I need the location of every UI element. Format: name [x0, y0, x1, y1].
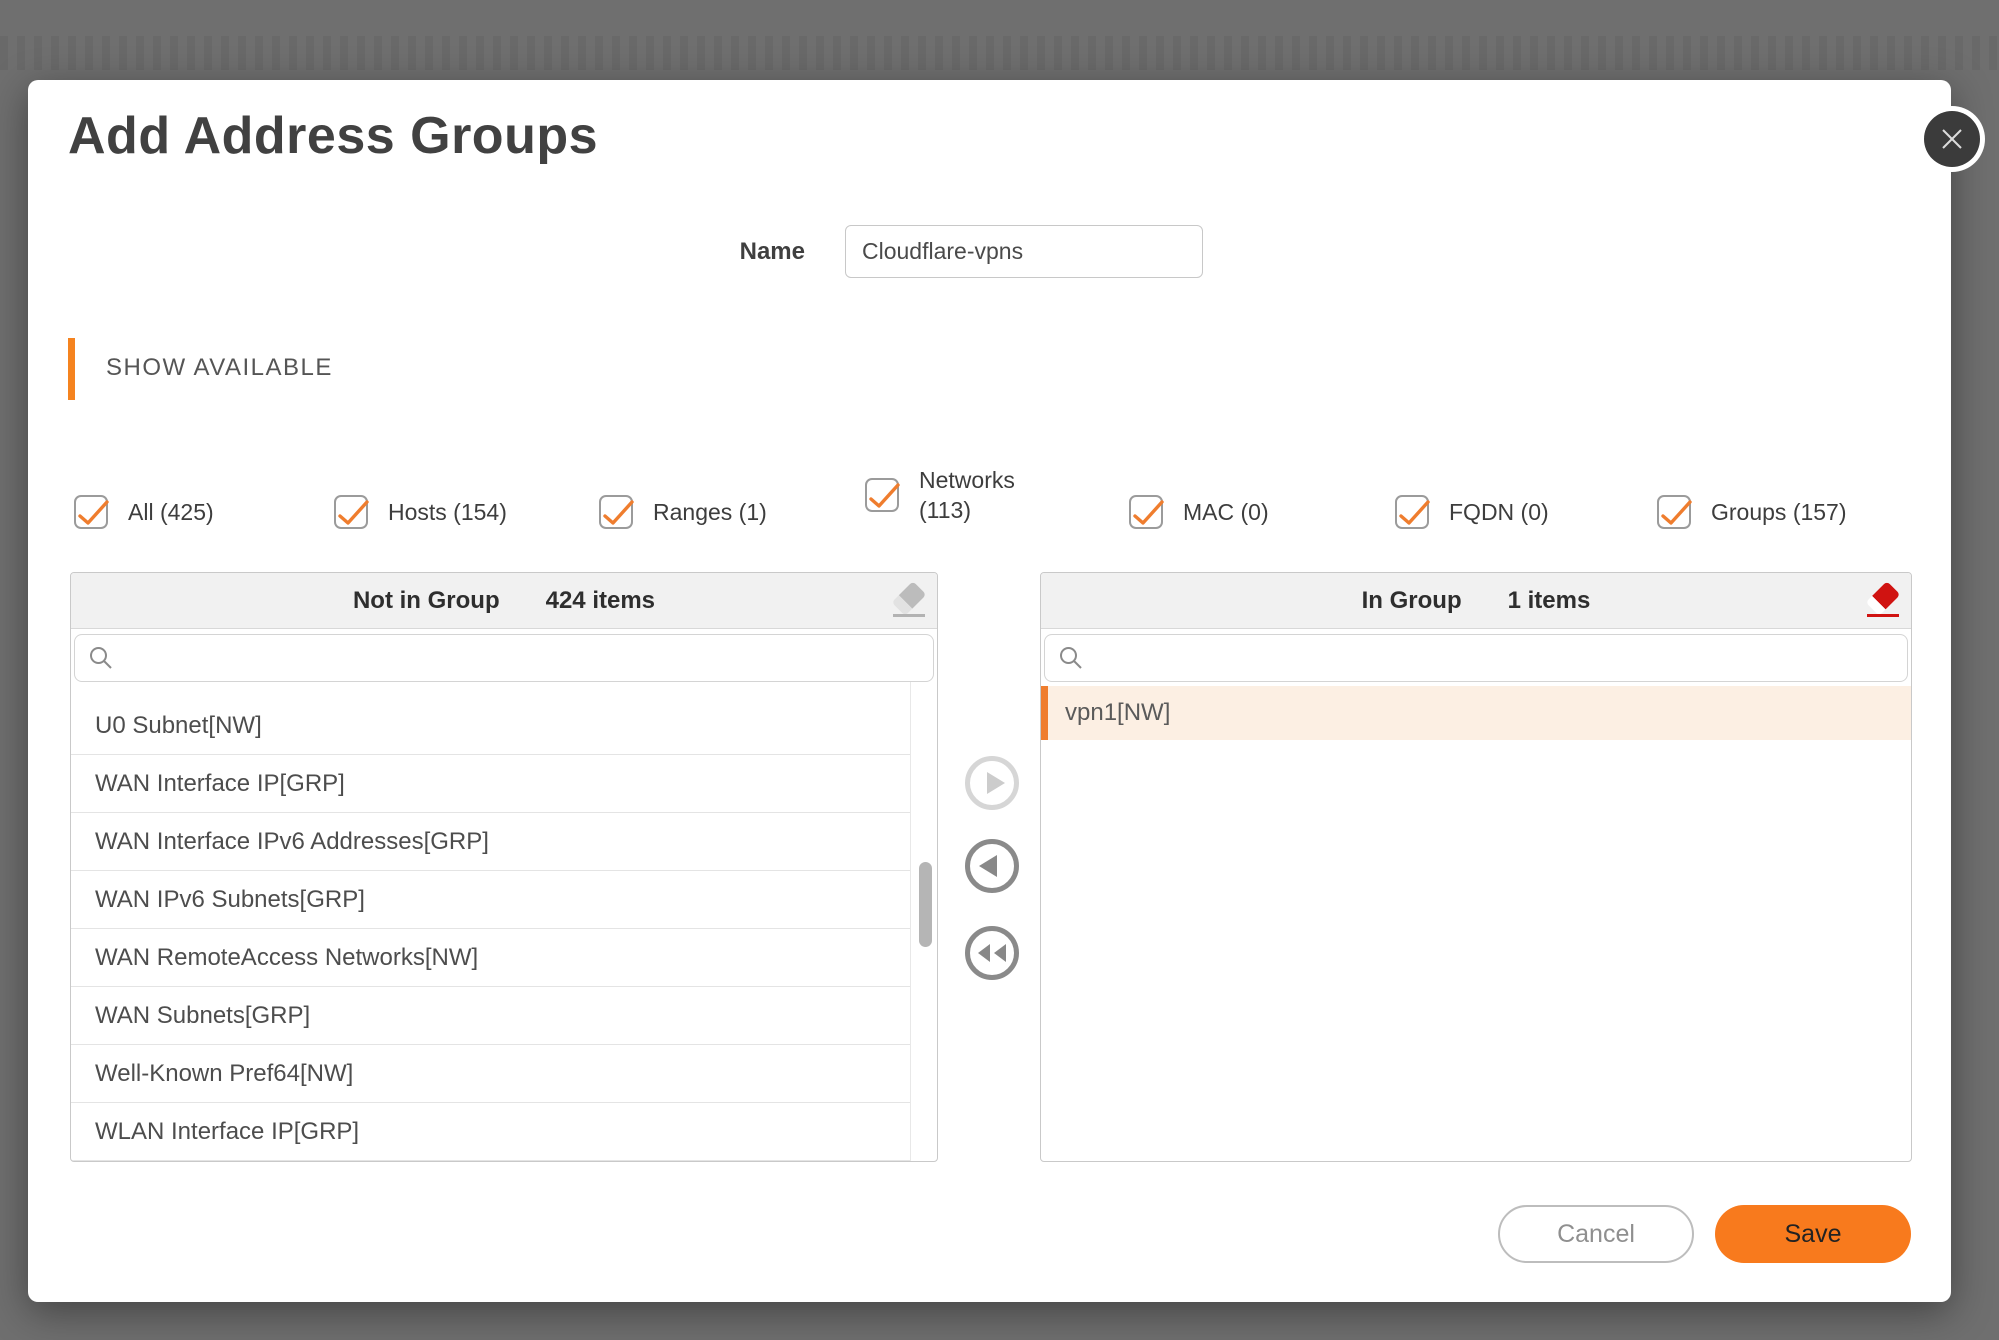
backdrop-pattern [0, 36, 1999, 70]
cancel-button[interactable]: Cancel [1498, 1205, 1694, 1263]
checkmark-icon [73, 495, 113, 531]
move-all-left-button[interactable] [964, 925, 1020, 981]
move-all-left-icon [964, 925, 1020, 981]
list-item[interactable]: WAN RemoteAccess Networks[NW] [71, 929, 911, 987]
close-button[interactable] [1924, 111, 1980, 167]
panel-title: In Group [1362, 587, 1462, 615]
filter-ranges: Ranges (1) [599, 495, 767, 529]
list-item[interactable]: Well-Known Pref64[NW] [71, 1045, 911, 1103]
checkmark-icon [1128, 495, 1168, 531]
search-icon [88, 645, 114, 671]
filter-networks: Networks (113) [865, 465, 1037, 525]
move-left-icon [964, 838, 1020, 894]
filter-mac: MAC (0) [1129, 495, 1269, 529]
filter-all: All (425) [74, 495, 214, 529]
checkbox-networks[interactable] [865, 478, 899, 512]
filter-all-label: All (425) [128, 497, 214, 527]
right-search-input[interactable] [1044, 634, 1908, 682]
in-group-panel: In Group 1 items vpn1[NW] [1040, 572, 1912, 1162]
search-icon [1058, 645, 1084, 671]
list-item-selected[interactable]: vpn1[NW] [1041, 686, 1911, 740]
selected-indicator [1041, 686, 1048, 740]
left-search [74, 634, 934, 682]
move-left-button[interactable] [964, 838, 1020, 894]
scrollbar-thumb[interactable] [919, 862, 932, 947]
not-in-group-panel: Not in Group 424 items U0 Subnet[NW] WAN… [70, 572, 938, 1162]
list-item[interactable]: WAN IPv6 Subnets[GRP] [71, 871, 911, 929]
list-item[interactable]: WAN Interface IP[GRP] [71, 755, 911, 813]
name-input[interactable] [845, 225, 1203, 278]
checkbox-all[interactable] [74, 495, 108, 529]
right-search [1044, 634, 1908, 682]
panel-count: 1 items [1508, 587, 1591, 615]
left-search-input[interactable] [74, 634, 934, 682]
dialog-title: Add Address Groups [68, 106, 598, 166]
filter-networks-label: Networks (113) [919, 465, 1037, 525]
checkbox-hosts[interactable] [334, 495, 368, 529]
filter-hosts: Hosts (154) [334, 495, 507, 529]
checkmark-icon [1394, 495, 1434, 531]
filter-hosts-label: Hosts (154) [388, 497, 507, 527]
move-right-button[interactable] [964, 755, 1020, 811]
panel-count: 424 items [546, 587, 655, 615]
list-item-label: vpn1[NW] [1065, 699, 1170, 727]
checkbox-mac[interactable] [1129, 495, 1163, 529]
filter-groups: Groups (157) [1657, 495, 1847, 529]
section-title: SHOW AVAILABLE [106, 354, 333, 382]
name-label: Name [655, 238, 805, 266]
move-right-icon [964, 755, 1020, 811]
checkmark-icon [598, 495, 638, 531]
not-in-group-list: U0 Subnet[NW] WAN Interface IP[GRP] WAN … [71, 682, 937, 1162]
filter-ranges-label: Ranges (1) [653, 497, 767, 527]
checkbox-ranges[interactable] [599, 495, 633, 529]
list-item[interactable]: U0 Subnet[NW] [71, 697, 911, 755]
filter-groups-label: Groups (157) [1711, 497, 1847, 527]
filter-fqdn: FQDN (0) [1395, 495, 1549, 529]
not-in-group-header: Not in Group 424 items [71, 573, 937, 629]
checkbox-groups[interactable] [1657, 495, 1691, 529]
checkmark-icon [864, 478, 904, 514]
list-item[interactable]: WLAN Interface IP[GRP] [71, 1103, 911, 1161]
list-item[interactable]: WAN Subnets[GRP] [71, 987, 911, 1045]
save-button[interactable]: Save [1715, 1205, 1911, 1263]
add-address-groups-dialog: Add Address Groups Name SHOW AVAILABLE A… [28, 80, 1951, 1302]
list-item[interactable]: WAN Interface IPv6 Addresses[GRP] [71, 813, 911, 871]
checkmark-icon [1656, 495, 1696, 531]
panel-title: Not in Group [353, 587, 500, 615]
in-group-header: In Group 1 items [1041, 573, 1911, 629]
section-accent-bar [68, 338, 75, 400]
in-group-list: vpn1[NW] [1041, 682, 1911, 1162]
checkbox-fqdn[interactable] [1395, 495, 1429, 529]
filter-mac-label: MAC (0) [1183, 497, 1269, 527]
eraser-icon[interactable] [891, 582, 927, 618]
checkmark-icon [333, 495, 373, 531]
close-icon [1938, 125, 1966, 153]
filter-fqdn-label: FQDN (0) [1449, 497, 1549, 527]
eraser-red-icon[interactable] [1865, 582, 1901, 618]
